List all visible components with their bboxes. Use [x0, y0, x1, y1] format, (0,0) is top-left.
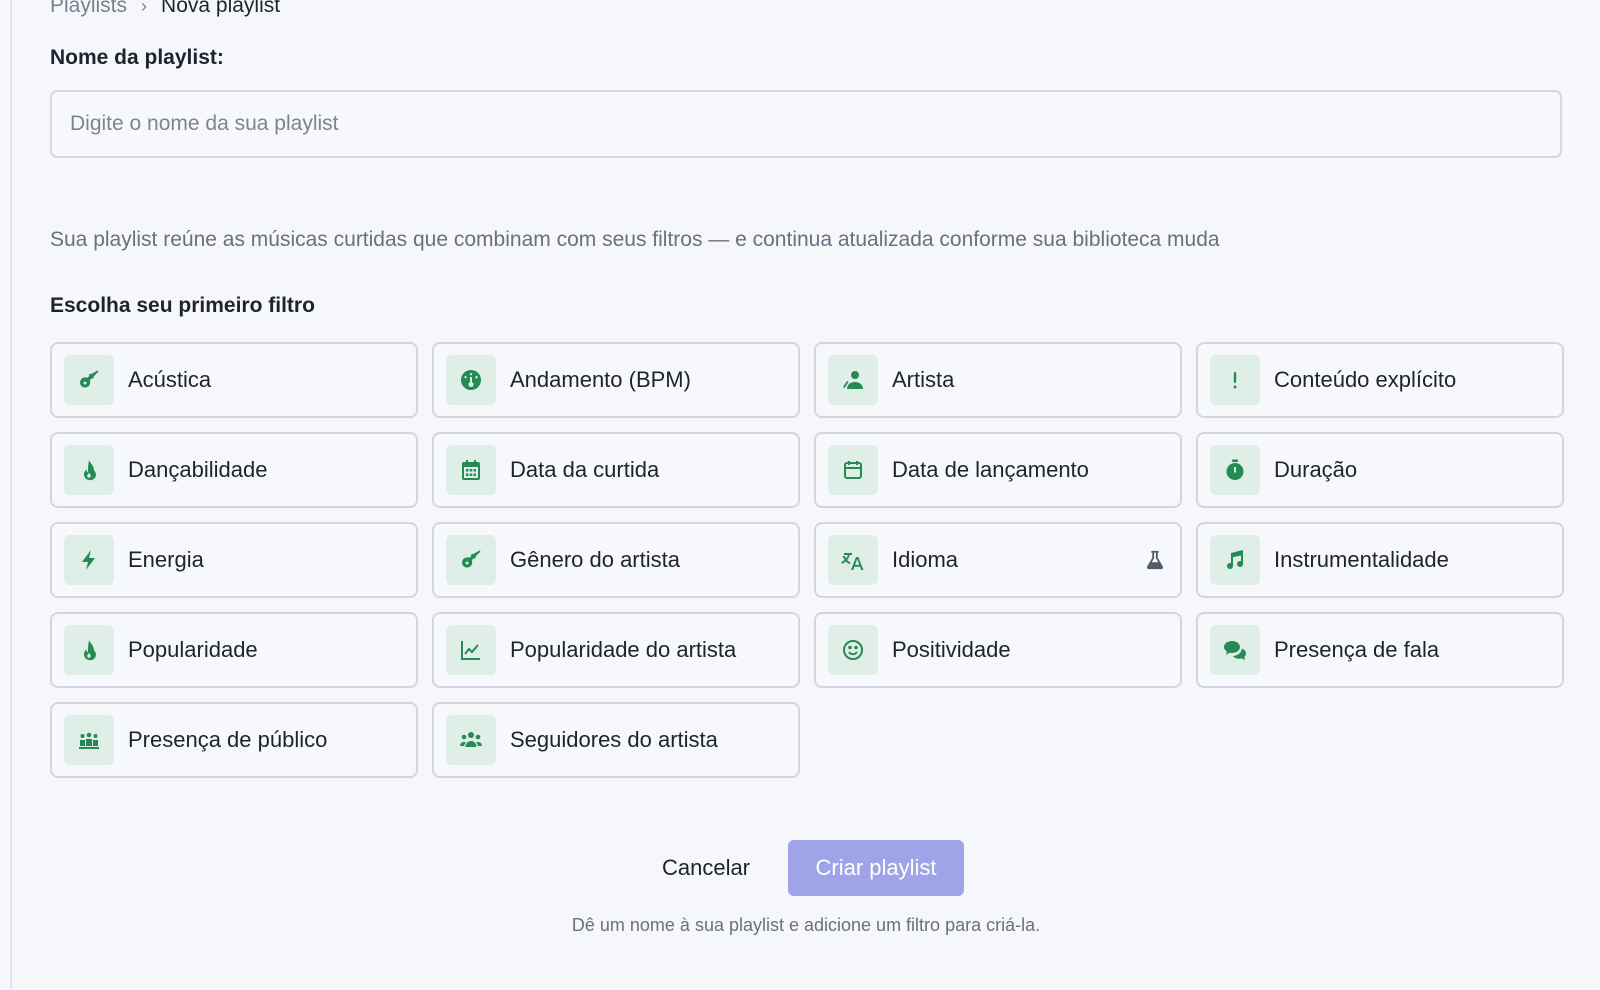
form-actions: Cancelar Criar playlist [50, 840, 1562, 896]
filter-label: Instrumentalidade [1274, 547, 1449, 572]
filter-popularidade-do-artista[interactable]: Popularidade do artista [432, 612, 800, 688]
flask-icon [1144, 549, 1166, 571]
filter-presenca-de-fala[interactable]: Presença de fala [1196, 612, 1564, 688]
filter-label: Seguidores do artista [510, 727, 718, 752]
guitar-icon [446, 535, 496, 585]
filter-label: Andamento (BPM) [510, 367, 691, 392]
chat-icon [1210, 625, 1260, 675]
breadcrumb-playlists-link[interactable]: Playlists [50, 0, 127, 18]
filter-seguidores-do-artista[interactable]: Seguidores do artista [432, 702, 800, 778]
filter-popularidade[interactable]: Popularidade [50, 612, 418, 688]
filter-label: Acústica [128, 367, 212, 392]
filter-label: Dançabilidade [128, 457, 268, 482]
filter-data-da-curtida[interactable]: Data da curtida [432, 432, 800, 508]
filter-label: Presença de fala [1274, 637, 1440, 662]
filter-label: Data de lançamento [892, 457, 1089, 482]
filter-artista[interactable]: Artista [814, 342, 1182, 418]
guitar-icon [64, 355, 114, 405]
breadcrumb: Playlists › Nova playlist [50, 0, 280, 18]
bolt-icon [64, 535, 114, 585]
filter-acustica[interactable]: Acústica [50, 342, 418, 418]
cancel-button[interactable]: Cancelar [648, 845, 764, 891]
calendar-outline-icon [828, 445, 878, 495]
fire-icon [64, 445, 114, 495]
filter-label: Positividade [892, 637, 1011, 662]
playlist-description: Sua playlist reúne as músicas curtidas q… [50, 228, 1220, 251]
filter-label: Popularidade [128, 637, 258, 662]
filter-conteudo-explicito[interactable]: Conteúdo explícito [1196, 342, 1564, 418]
filter-grid: Acústica Andamento (BPM) Artista Conteúd… [50, 342, 1564, 778]
filter-dancabilidade[interactable]: Dançabilidade [50, 432, 418, 508]
sidebar-edge [0, 0, 12, 990]
filter-label: Data da curtida [510, 457, 660, 482]
exclamation-icon [1210, 355, 1260, 405]
stopwatch-icon [1210, 445, 1260, 495]
filter-duracao[interactable]: Duração [1196, 432, 1564, 508]
gauge-icon [446, 355, 496, 405]
filter-label: Gênero do artista [510, 547, 680, 572]
translate-icon [828, 535, 878, 585]
fire-icon [64, 625, 114, 675]
filter-data-de-lancamento[interactable]: Data de lançamento [814, 432, 1182, 508]
create-playlist-button[interactable]: Criar playlist [788, 840, 965, 896]
filter-andamento-bpm[interactable]: Andamento (BPM) [432, 342, 800, 418]
filter-label: Artista [892, 367, 955, 392]
breadcrumb-current: Nova playlist [161, 0, 281, 17]
filter-idioma[interactable]: Idioma [814, 522, 1182, 598]
filters-section-title: Escolha seu primeiro filtro [50, 294, 315, 317]
music-note-icon [1210, 535, 1260, 585]
users-icon [446, 715, 496, 765]
filter-label: Energia [128, 547, 204, 572]
filter-label: Idioma [892, 547, 959, 572]
calendar-filled-icon [446, 445, 496, 495]
playlist-name-input[interactable] [50, 90, 1562, 158]
filter-genero-do-artista[interactable]: Gênero do artista [432, 522, 800, 598]
filter-label: Conteúdo explícito [1274, 367, 1457, 392]
chart-line-icon [446, 625, 496, 675]
artist-icon [828, 355, 878, 405]
breadcrumb-separator-icon: › [141, 0, 148, 16]
filter-positividade[interactable]: Positividade [814, 612, 1182, 688]
filter-presenca-de-publico[interactable]: Presença de público [50, 702, 418, 778]
smile-icon [828, 625, 878, 675]
create-hint: Dê um nome à sua playlist e adicione um … [571, 915, 1041, 935]
filter-label: Popularidade do artista [510, 637, 737, 662]
filter-label: Presença de público [128, 727, 328, 752]
crowd-icon [64, 715, 114, 765]
playlist-name-label: Nome da playlist: [50, 46, 224, 69]
filter-label: Duração [1274, 457, 1358, 482]
filter-energia[interactable]: Energia [50, 522, 418, 598]
filter-instrumentalidade[interactable]: Instrumentalidade [1196, 522, 1564, 598]
